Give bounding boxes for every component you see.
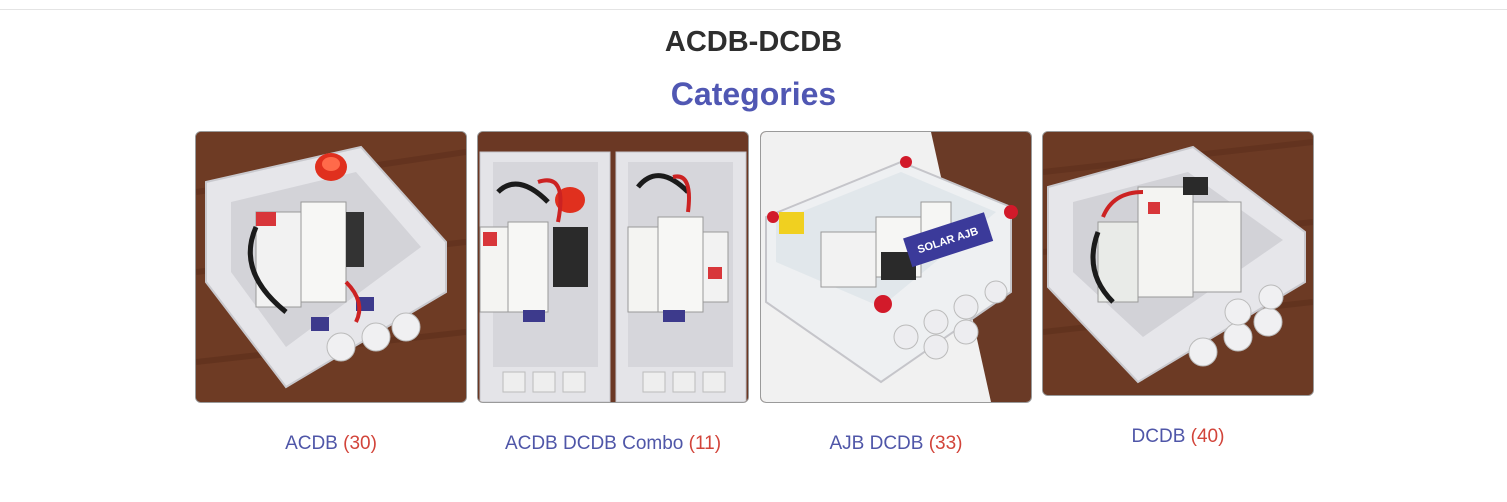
page-title: ACDB-DCDB xyxy=(664,26,843,58)
category-count: (11) xyxy=(688,433,722,454)
category-card-ajb-dcdb[interactable]: SOLAR AJB AJB DCDB (33) xyxy=(760,131,1032,454)
categories-heading: Categories xyxy=(670,76,837,112)
category-label-dcdb[interactable]: DCDB (40) xyxy=(1042,426,1314,448)
acdb-box-image[interactable] xyxy=(195,131,467,403)
category-label-acdb-dcdb-combo[interactable]: ACDB DCDB Combo (11) xyxy=(477,433,749,455)
acdb-product-photo xyxy=(196,132,466,402)
category-name[interactable]: ACDB xyxy=(285,433,338,454)
category-name[interactable]: DCDB xyxy=(1132,426,1186,447)
acdb-dcdb-combo-box-image[interactable] xyxy=(477,131,749,403)
category-count: (40) xyxy=(1190,426,1225,447)
ajb-dcdb-box-image[interactable]: SOLAR AJB xyxy=(760,131,1032,403)
category-card-acdb-dcdb-combo[interactable]: ACDB DCDB Combo (11) xyxy=(477,131,749,454)
dcdb-product-photo xyxy=(1043,132,1313,395)
category-name[interactable]: ACDB DCDB Combo xyxy=(505,433,683,454)
category-count: (30) xyxy=(343,433,377,454)
dcdb-box-image[interactable] xyxy=(1042,131,1314,396)
category-name[interactable]: AJB DCDB xyxy=(829,433,923,454)
category-card-acdb[interactable]: ACDB (30) xyxy=(195,131,467,454)
ajb-dcdb-product-photo: SOLAR AJB xyxy=(761,132,1031,402)
category-count: (33) xyxy=(928,433,963,454)
header-divider xyxy=(0,9,1507,10)
category-label-ajb-dcdb[interactable]: AJB DCDB (33) xyxy=(760,433,1032,455)
acdb-dcdb-combo-product-photo xyxy=(478,132,748,402)
category-card-dcdb[interactable]: DCDB (40) xyxy=(1042,131,1314,447)
category-label-acdb[interactable]: ACDB (30) xyxy=(195,433,467,455)
